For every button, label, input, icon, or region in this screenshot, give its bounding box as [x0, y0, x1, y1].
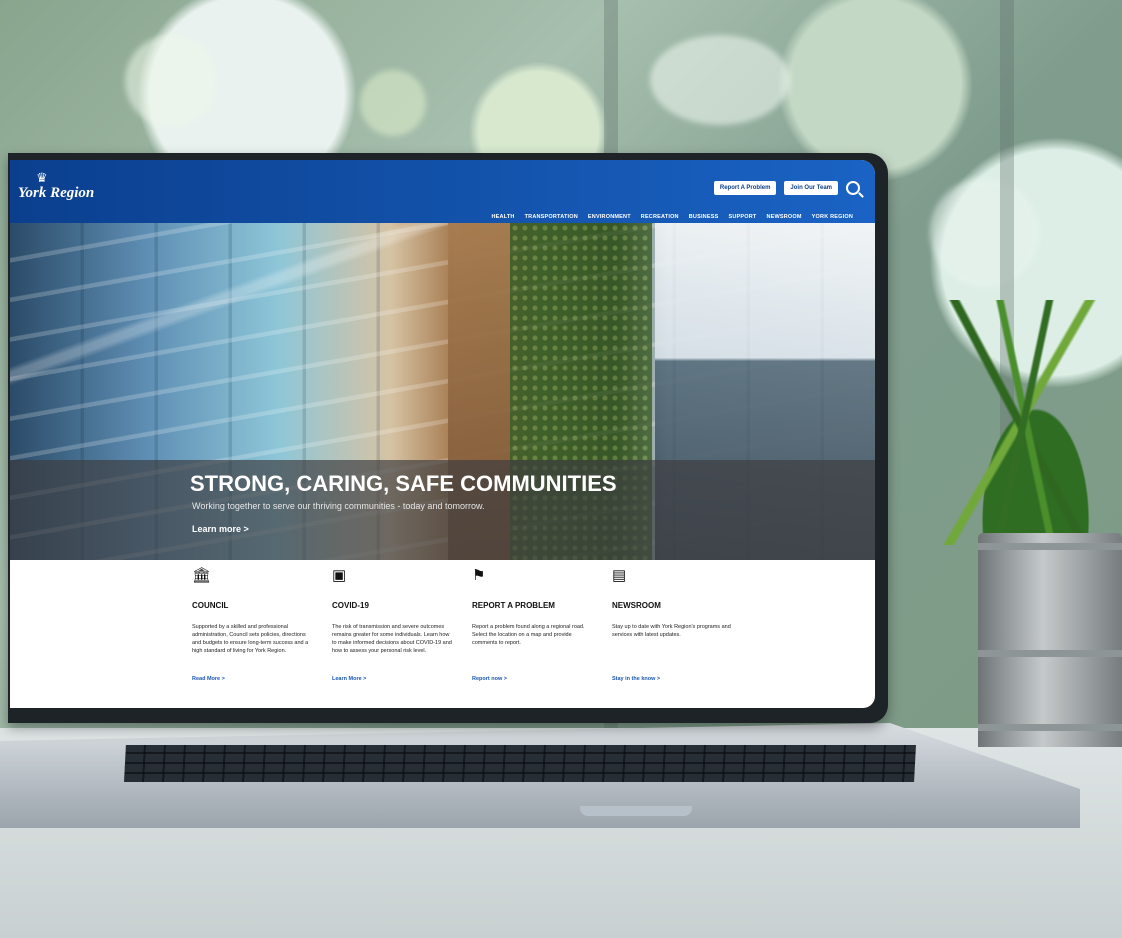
council-read-more-link[interactable]: Read More >	[192, 676, 314, 682]
site-logo[interactable]: York Region	[18, 185, 94, 202]
potted-plant	[930, 300, 1122, 545]
newsroom-card: ▤ NEWSROOM Stay up to date with York Reg…	[612, 567, 734, 682]
metal-plant-pot	[978, 533, 1122, 747]
york-region-logo-icon: ♛	[36, 170, 48, 185]
covid-title: COVID-19	[332, 601, 369, 610]
hero-subtitle: Working together to serve our thriving c…	[192, 501, 485, 511]
laptop-medical-icon: ▣	[332, 567, 347, 584]
bokeh-light	[360, 70, 426, 136]
pot-band	[978, 724, 1122, 731]
report-problem-title: REPORT A PROBLEM	[472, 601, 555, 610]
bokeh-light	[930, 178, 1040, 288]
search-icon[interactable]	[846, 181, 860, 195]
report-problem-button[interactable]: Report A Problem	[713, 181, 777, 195]
council-card: 🏛 COUNCIL Supported by a skilled and pro…	[192, 567, 314, 682]
bokeh-light	[650, 35, 790, 125]
pot-band	[978, 650, 1122, 657]
newspaper-icon: ▤	[612, 567, 627, 584]
hero-learn-more-link[interactable]: Learn more >	[192, 524, 249, 534]
government-building-icon: 🏛	[192, 567, 212, 584]
stay-in-know-link[interactable]: Stay in the know >	[612, 676, 734, 682]
covid-card: ▣ COVID-19 The risk of transmission and …	[332, 567, 454, 682]
nav-transportation[interactable]: TRANSPORTATION	[525, 214, 578, 220]
site-header: ♛ York Region Report A Problem Join Our …	[10, 160, 875, 223]
website-screen: ♛ York Region Report A Problem Join Our …	[10, 160, 875, 708]
nav-york-region[interactable]: YORK REGION	[812, 214, 853, 220]
nav-health[interactable]: HEALTH	[491, 214, 514, 220]
laptop-display: ♛ York Region Report A Problem Join Our …	[8, 153, 888, 723]
nav-recreation[interactable]: RECREATION	[641, 214, 679, 220]
laptop-keyboard	[124, 745, 916, 782]
council-title: COUNCIL	[192, 601, 229, 610]
nav-business[interactable]: BUSINESS	[689, 214, 719, 220]
main-navigation: HEALTH TRANSPORTATION ENVIRONMENT RECREA…	[491, 214, 853, 220]
laptop-hinge	[580, 806, 692, 816]
nav-environment[interactable]: ENVIRONMENT	[588, 214, 631, 220]
flag-icon: ⚑	[472, 567, 486, 584]
join-team-button[interactable]: Join Our Team	[784, 181, 838, 195]
covid-learn-more-link[interactable]: Learn More >	[332, 676, 454, 682]
newsroom-title: NEWSROOM	[612, 601, 661, 610]
report-problem-card: ⚑ REPORT A PROBLEM Report a problem foun…	[472, 567, 594, 682]
report-now-link[interactable]: Report now >	[472, 676, 594, 682]
hero-banner: STRONG, CARING, SAFE COMMUNITIES Working…	[10, 223, 875, 560]
covid-text: The risk of transmission and severe outc…	[332, 624, 452, 654]
report-problem-text: Report a problem found along a regional …	[472, 624, 585, 646]
header-actions: Report A Problem Join Our Team	[713, 181, 860, 195]
hero-title: STRONG, CARING, SAFE COMMUNITIES	[190, 471, 617, 496]
newsroom-text: Stay up to date with York Region's progr…	[612, 624, 731, 638]
nav-newsroom[interactable]: NEWSROOM	[766, 214, 801, 220]
council-text: Supported by a skilled and professional …	[192, 624, 309, 654]
bokeh-light	[125, 35, 217, 127]
pot-band	[978, 543, 1122, 550]
nav-support[interactable]: SUPPORT	[728, 214, 756, 220]
feature-cards: 🏛 COUNCIL Supported by a skilled and pro…	[192, 567, 734, 682]
